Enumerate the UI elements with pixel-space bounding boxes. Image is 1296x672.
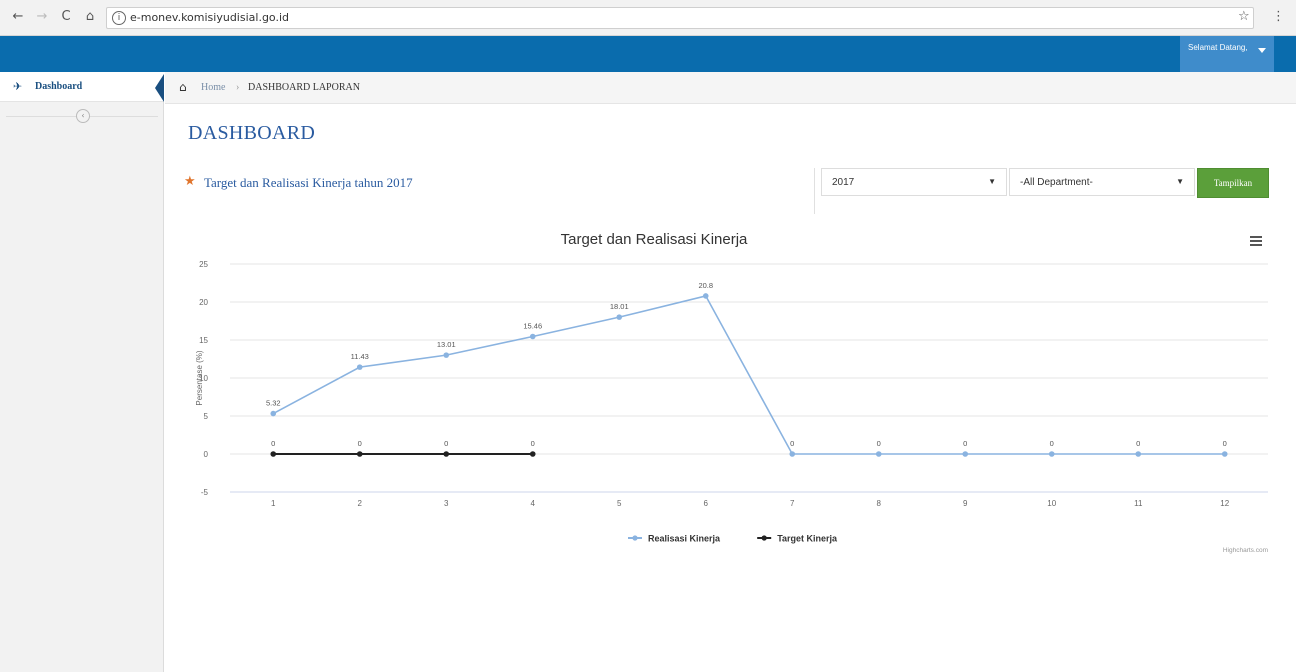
data-point	[962, 451, 969, 457]
sidebar: ✈ Dashboard ‹	[0, 72, 164, 672]
chevron-down-icon: ▼	[1176, 177, 1184, 186]
data-point	[356, 451, 363, 457]
home-icon[interactable]: ⌂	[82, 9, 98, 25]
data-point	[443, 451, 450, 457]
line-chart: Target dan Realisasi Kinerja2520151050-5…	[195, 231, 1268, 554]
data-point	[270, 410, 277, 417]
show-button[interactable]: Tampilkan	[1197, 168, 1269, 198]
chart-container: Target dan Realisasi Kinerja 25 20 15 10 5 0 -5…	[184, 226, 1280, 566]
data-label: 0	[790, 439, 794, 448]
x-tick-label: 12	[1220, 499, 1229, 508]
user-greeting: Selamat Datang,	[1188, 43, 1248, 52]
data-label: 0	[444, 439, 448, 448]
sidebar-item-dashboard[interactable]: ✈ Dashboard	[0, 72, 164, 102]
y-axis-title: Persentase (%)	[195, 350, 204, 405]
address-bar[interactable]: i e-monev.komisiyudisial.go.id	[106, 7, 1254, 29]
chart-title: Target dan Realisasi Kinerja	[561, 231, 748, 248]
reload-icon[interactable]: C	[58, 9, 74, 25]
sidebar-collapse: ‹	[6, 108, 158, 124]
y-tick-label: 0	[204, 450, 209, 459]
data-label: 11.43	[351, 352, 369, 361]
caret-down-icon	[1258, 48, 1266, 53]
forward-arrow-icon[interactable]: →	[34, 9, 50, 25]
breadcrumb-home-link[interactable]: Home	[201, 82, 225, 93]
active-indicator	[155, 74, 164, 102]
data-label: 0	[271, 439, 275, 448]
data-point	[529, 333, 536, 340]
back-arrow-icon[interactable]: ←	[10, 9, 26, 25]
year-select[interactable]: 2017 ▼	[821, 168, 1007, 196]
data-point	[1221, 451, 1228, 457]
filter-bar: 2017 ▼ -All Department- ▼ Tampilkan	[814, 168, 1269, 214]
x-tick-label: 5	[617, 499, 622, 508]
x-tick-label: 11	[1134, 499, 1143, 508]
legend-marker	[632, 535, 638, 541]
page-title: DASHBOARD	[188, 122, 316, 144]
chart-credit: Highcharts.com	[1223, 547, 1268, 554]
url-text[interactable]: e-monev.komisiyudisial.go.id	[130, 11, 289, 24]
data-label: 0	[963, 439, 967, 448]
data-point	[789, 451, 796, 457]
department-select[interactable]: -All Department- ▼	[1009, 168, 1195, 196]
data-point	[529, 451, 536, 457]
chart-menu-icon[interactable]	[1250, 236, 1264, 248]
x-tick-label: 1	[271, 499, 276, 508]
y-tick-label: 5	[204, 412, 209, 421]
x-tick-label: 4	[531, 499, 536, 508]
y-tick-label: 25	[199, 260, 208, 269]
star-icon: ★	[184, 174, 196, 189]
x-tick-label: 9	[963, 499, 968, 508]
data-label: 0	[1050, 439, 1054, 448]
data-point	[270, 451, 277, 457]
breadcrumb-separator: ›	[236, 82, 240, 93]
data-label: 18.01	[610, 302, 629, 311]
breadcrumb: ⌂ Home › DASHBOARD LAPORAN	[165, 72, 1296, 104]
legend-item: Target Kinerja	[777, 534, 838, 544]
data-label: 0	[1136, 439, 1140, 448]
section-title: Target dan Realisasi Kinerja tahun 2017	[204, 175, 413, 190]
info-icon[interactable]: i	[112, 11, 126, 25]
data-label: 0	[1223, 439, 1227, 448]
data-label: 0	[358, 439, 362, 448]
dashboard-icon: ✈	[13, 80, 23, 93]
collapse-sidebar-icon[interactable]: ‹	[76, 109, 90, 123]
data-point	[702, 293, 709, 299]
data-point	[1048, 451, 1055, 457]
data-label: 5.32	[266, 399, 281, 408]
data-label: 13.01	[437, 340, 456, 349]
year-select-value: 2017	[832, 177, 855, 188]
y-tick-label: 20	[199, 298, 208, 307]
legend-marker	[761, 535, 767, 541]
department-select-value: -All Department-	[1020, 177, 1093, 188]
x-tick-label: 8	[877, 499, 882, 508]
data-label: 15.46	[523, 322, 542, 331]
bookmark-star-icon[interactable]: ☆	[1238, 9, 1250, 24]
data-label: 20.8	[698, 281, 713, 290]
data-point	[443, 352, 450, 358]
sidebar-item-label: Dashboard	[35, 81, 83, 92]
browser-menu-icon[interactable]: ⋮	[1272, 9, 1285, 24]
home-icon[interactable]: ⌂	[179, 80, 187, 94]
x-tick-label: 7	[790, 499, 795, 508]
user-menu[interactable]: Selamat Datang,	[1180, 36, 1274, 72]
x-tick-label: 6	[704, 499, 709, 508]
legend-item: Realisasi Kinerja	[648, 534, 721, 544]
chevron-down-icon: ▼	[988, 177, 996, 186]
series-line	[272, 294, 1225, 455]
y-tick-label: -5	[201, 488, 209, 497]
x-tick-label: 2	[358, 499, 363, 508]
data-point	[1135, 451, 1142, 457]
data-point	[875, 451, 882, 457]
breadcrumb-current: DASHBOARD LAPORAN	[248, 82, 360, 93]
app-header	[0, 36, 1296, 72]
data-point	[616, 314, 623, 320]
data-label: 0	[531, 439, 535, 448]
y-tick-label: 15	[199, 336, 208, 345]
x-tick-label: 3	[444, 499, 449, 508]
data-point	[356, 364, 363, 370]
browser-toolbar: ← → C ⌂ i e-monev.komisiyudisial.go.id ☆…	[0, 0, 1296, 36]
x-tick-label: 10	[1047, 499, 1056, 508]
data-label: 0	[877, 439, 881, 448]
